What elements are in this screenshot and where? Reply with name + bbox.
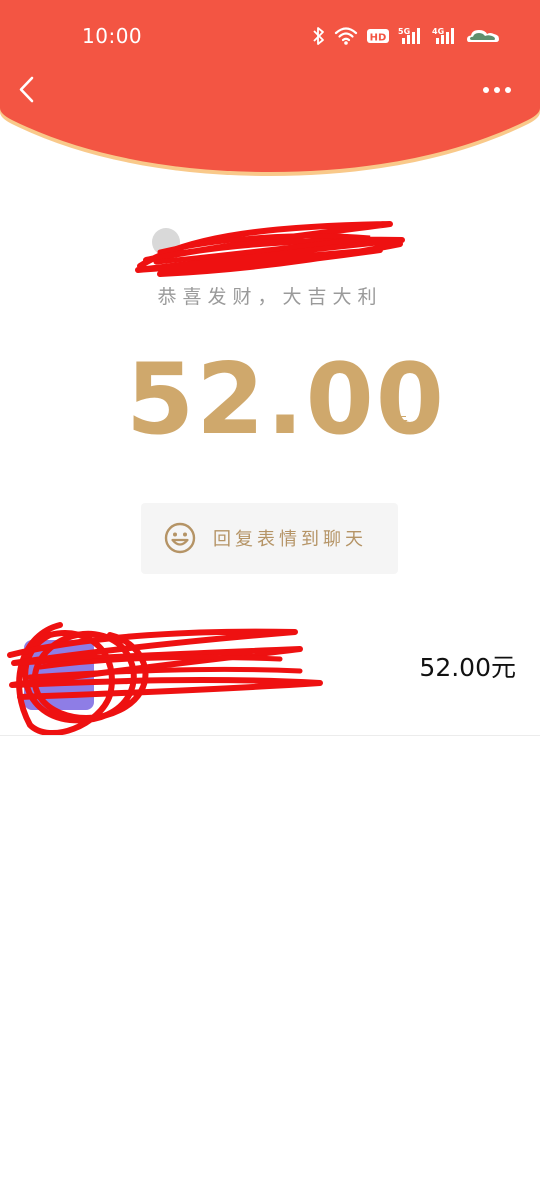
more-dots-icon (483, 87, 511, 93)
chevron-left-icon (19, 76, 34, 103)
hd-label: HD (370, 33, 387, 44)
redaction-scribble (135, 221, 405, 277)
sender-info (130, 216, 410, 280)
status-icons: HD 5G 4G (312, 24, 500, 48)
back-button[interactable] (12, 72, 48, 108)
battery-icon (466, 27, 500, 45)
status-time: 10:00 (82, 24, 143, 48)
wifi-icon (334, 26, 358, 46)
status-bar: 10:00 HD 5G 4G (0, 0, 540, 72)
amount-unit: 元 (394, 415, 408, 431)
redaction-scribble (7, 622, 323, 736)
more-button[interactable] (480, 78, 516, 102)
reply-label: 回复表情到聊天 (213, 529, 367, 550)
bluetooth-icon (312, 26, 326, 46)
hd-icon: HD (366, 27, 390, 45)
5g-label: 5G (398, 27, 410, 36)
4g-label: 4G (432, 27, 444, 36)
signal-4g-icon: 4G (432, 26, 458, 46)
amount-value: 52.00 (126, 343, 446, 457)
greeting-text: 恭喜发财，大吉大利 (157, 286, 383, 308)
list-item[interactable]: 52.00元 (0, 615, 540, 736)
amount-block: 52.00 元 (0, 340, 540, 460)
divider (0, 735, 540, 736)
reply-sticker-button[interactable]: 回复表情到聊天 (141, 503, 398, 574)
red-packet-detail-page: 10:00 HD 5G 4G 恭喜发财，大吉大利 52.00 元 回复表情到聊天… (0, 0, 540, 1200)
signal-5g-icon: 5G (398, 26, 424, 46)
smiley-icon (164, 522, 196, 554)
record-amount: 52.00元 (419, 653, 516, 682)
